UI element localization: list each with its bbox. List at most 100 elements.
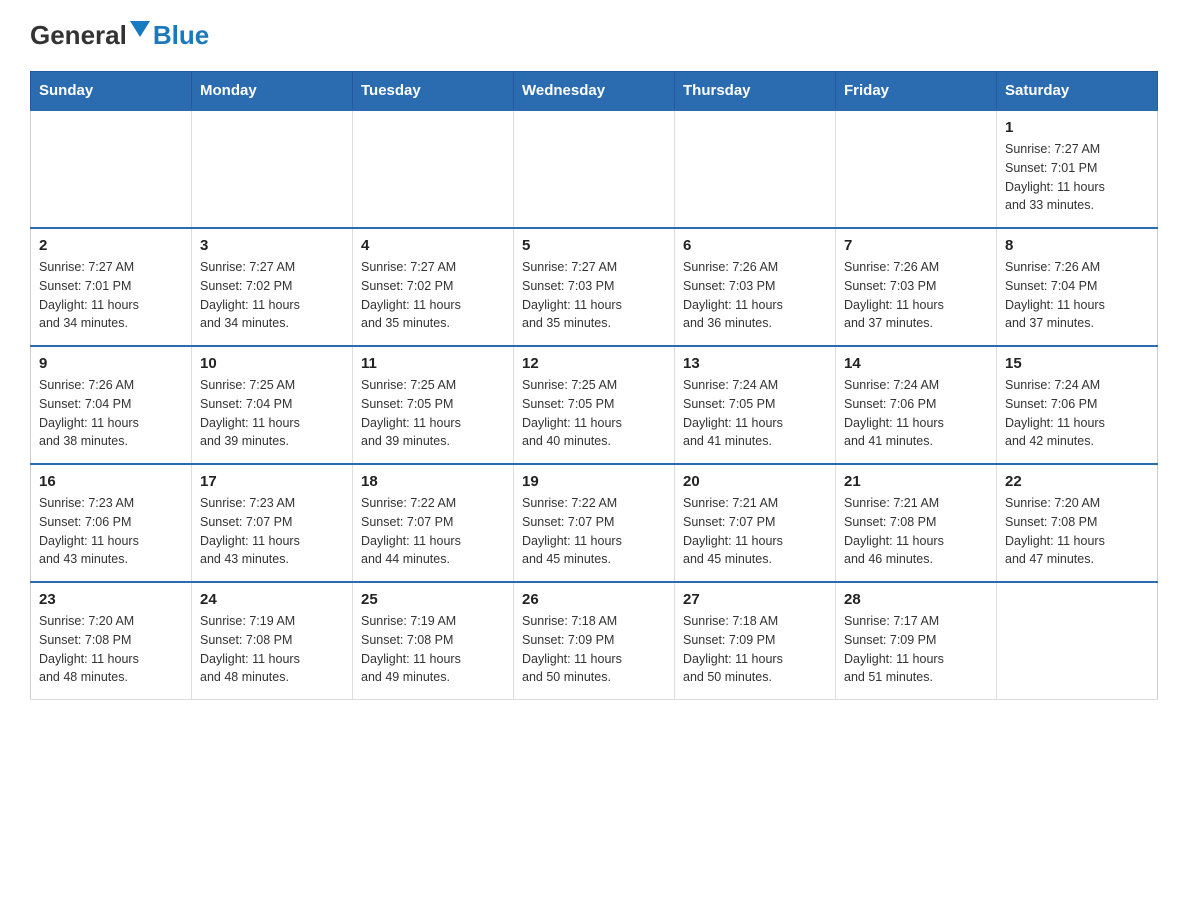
calendar-week-4: 16 Sunrise: 7:23 AMSunset: 7:06 PMDayligh… xyxy=(31,464,1158,582)
calendar-cell: 11Sunrise: 7:25 AMSunset: 7:05 PMDayligh… xyxy=(353,346,514,464)
day-number: 22 xyxy=(1005,473,1149,490)
day-number: 21 xyxy=(844,473,988,490)
day-info: Sunrise: 7:27 AMSunset: 7:01 PMDaylight:… xyxy=(39,258,183,333)
calendar-cell: 8 Sunrise: 7:26 AMSunset: 7:04 PMDaylight… xyxy=(997,228,1158,346)
day-info: Sunrise: 7:23 AMSunset: 7:07 PMDaylight:… xyxy=(200,494,344,569)
logo: General Blue xyxy=(30,20,209,51)
day-info: Sunrise: 7:19 AMSunset: 7:08 PMDaylight:… xyxy=(361,612,505,687)
calendar-cell: 14 Sunrise: 7:24 AMSunset: 7:06 PMDayligh… xyxy=(836,346,997,464)
calendar-cell: 15 Sunrise: 7:24 AMSunset: 7:06 PMDayligh… xyxy=(997,346,1158,464)
day-info: Sunrise: 7:24 AMSunset: 7:06 PMDaylight:… xyxy=(1005,376,1149,451)
day-number: 19 xyxy=(522,473,666,490)
day-number: 6 xyxy=(683,237,827,254)
day-header-monday: Monday xyxy=(192,72,353,111)
calendar-cell: 4 Sunrise: 7:27 AMSunset: 7:02 PMDaylight… xyxy=(353,228,514,346)
calendar-cell: 26 Sunrise: 7:18 AMSunset: 7:09 PMDayligh… xyxy=(514,582,675,700)
calendar-cell: 28 Sunrise: 7:17 AMSunset: 7:09 PMDayligh… xyxy=(836,582,997,700)
calendar-cell xyxy=(514,110,675,228)
day-info: Sunrise: 7:19 AMSunset: 7:08 PMDaylight:… xyxy=(200,612,344,687)
day-number: 10 xyxy=(200,355,344,372)
day-info: Sunrise: 7:17 AMSunset: 7:09 PMDaylight:… xyxy=(844,612,988,687)
day-info: Sunrise: 7:20 AMSunset: 7:08 PMDaylight:… xyxy=(1005,494,1149,569)
day-info: Sunrise: 7:21 AMSunset: 7:07 PMDaylight:… xyxy=(683,494,827,569)
calendar-cell: 2 Sunrise: 7:27 AMSunset: 7:01 PMDaylight… xyxy=(31,228,192,346)
day-number: 13 xyxy=(683,355,827,372)
calendar-cell: 27 Sunrise: 7:18 AMSunset: 7:09 PMDayligh… xyxy=(675,582,836,700)
day-number: 3 xyxy=(200,237,344,254)
day-info: Sunrise: 7:26 AMSunset: 7:04 PMDaylight:… xyxy=(39,376,183,451)
calendar-cell xyxy=(353,110,514,228)
calendar-cell: 9 Sunrise: 7:26 AMSunset: 7:04 PMDaylight… xyxy=(31,346,192,464)
day-info: Sunrise: 7:18 AMSunset: 7:09 PMDaylight:… xyxy=(522,612,666,687)
calendar-cell: 16 Sunrise: 7:23 AMSunset: 7:06 PMDayligh… xyxy=(31,464,192,582)
calendar-cell: 13 Sunrise: 7:24 AMSunset: 7:05 PMDayligh… xyxy=(675,346,836,464)
logo-general: General xyxy=(30,20,127,51)
calendar-week-5: 23 Sunrise: 7:20 AMSunset: 7:08 PMDayligh… xyxy=(31,582,1158,700)
day-header-tuesday: Tuesday xyxy=(353,72,514,111)
day-info: Sunrise: 7:25 AMSunset: 7:04 PMDaylight:… xyxy=(200,376,344,451)
day-header-sunday: Sunday xyxy=(31,72,192,111)
day-info: Sunrise: 7:26 AMSunset: 7:03 PMDaylight:… xyxy=(844,258,988,333)
day-info: Sunrise: 7:22 AMSunset: 7:07 PMDaylight:… xyxy=(522,494,666,569)
day-number: 9 xyxy=(39,355,183,372)
calendar-cell: 12Sunrise: 7:25 AMSunset: 7:05 PMDayligh… xyxy=(514,346,675,464)
day-info: Sunrise: 7:24 AMSunset: 7:05 PMDaylight:… xyxy=(683,376,827,451)
calendar-cell xyxy=(675,110,836,228)
calendar-week-3: 9 Sunrise: 7:26 AMSunset: 7:04 PMDaylight… xyxy=(31,346,1158,464)
calendar-cell: 24 Sunrise: 7:19 AMSunset: 7:08 PMDayligh… xyxy=(192,582,353,700)
calendar-cell: 21Sunrise: 7:21 AMSunset: 7:08 PMDayligh… xyxy=(836,464,997,582)
day-info: Sunrise: 7:24 AMSunset: 7:06 PMDaylight:… xyxy=(844,376,988,451)
logo-arrow-icon xyxy=(130,21,150,37)
day-number: 17 xyxy=(200,473,344,490)
day-number: 23 xyxy=(39,591,183,608)
day-number: 2 xyxy=(39,237,183,254)
calendar-week-1: 1 Sunrise: 7:27 AMSunset: 7:01 PMDaylight… xyxy=(31,110,1158,228)
day-number: 26 xyxy=(522,591,666,608)
day-info: Sunrise: 7:26 AMSunset: 7:03 PMDaylight:… xyxy=(683,258,827,333)
day-number: 20 xyxy=(683,473,827,490)
day-info: Sunrise: 7:27 AMSunset: 7:02 PMDaylight:… xyxy=(361,258,505,333)
day-info: Sunrise: 7:27 AMSunset: 7:02 PMDaylight:… xyxy=(200,258,344,333)
day-info: Sunrise: 7:23 AMSunset: 7:06 PMDaylight:… xyxy=(39,494,183,569)
day-info: Sunrise: 7:20 AMSunset: 7:08 PMDaylight:… xyxy=(39,612,183,687)
calendar-cell: 25 Sunrise: 7:19 AMSunset: 7:08 PMDayligh… xyxy=(353,582,514,700)
day-header-saturday: Saturday xyxy=(997,72,1158,111)
day-info: Sunrise: 7:18 AMSunset: 7:09 PMDaylight:… xyxy=(683,612,827,687)
day-number: 8 xyxy=(1005,237,1149,254)
day-number: 4 xyxy=(361,237,505,254)
calendar-cell: 19 Sunrise: 7:22 AMSunset: 7:07 PMDayligh… xyxy=(514,464,675,582)
calendar-cell: 22 Sunrise: 7:20 AMSunset: 7:08 PMDayligh… xyxy=(997,464,1158,582)
calendar-cell xyxy=(836,110,997,228)
day-number: 7 xyxy=(844,237,988,254)
day-header-friday: Friday xyxy=(836,72,997,111)
calendar-cell xyxy=(31,110,192,228)
day-number: 11 xyxy=(361,355,505,372)
page-header: General Blue xyxy=(30,20,1158,51)
day-header-thursday: Thursday xyxy=(675,72,836,111)
day-number: 24 xyxy=(200,591,344,608)
logo-blue: Blue xyxy=(153,20,209,50)
day-number: 12 xyxy=(522,355,666,372)
day-number: 16 xyxy=(39,473,183,490)
day-info: Sunrise: 7:26 AMSunset: 7:04 PMDaylight:… xyxy=(1005,258,1149,333)
day-number: 1 xyxy=(1005,119,1149,136)
day-info: Sunrise: 7:27 AMSunset: 7:01 PMDaylight:… xyxy=(1005,140,1149,215)
day-number: 15 xyxy=(1005,355,1149,372)
calendar-cell: 7 Sunrise: 7:26 AMSunset: 7:03 PMDaylight… xyxy=(836,228,997,346)
calendar-cell xyxy=(997,582,1158,700)
day-info: Sunrise: 7:22 AMSunset: 7:07 PMDaylight:… xyxy=(361,494,505,569)
calendar-cell: 6 Sunrise: 7:26 AMSunset: 7:03 PMDaylight… xyxy=(675,228,836,346)
calendar-cell: 1 Sunrise: 7:27 AMSunset: 7:01 PMDaylight… xyxy=(997,110,1158,228)
calendar-cell: 17 Sunrise: 7:23 AMSunset: 7:07 PMDayligh… xyxy=(192,464,353,582)
day-number: 27 xyxy=(683,591,827,608)
day-info: Sunrise: 7:27 AMSunset: 7:03 PMDaylight:… xyxy=(522,258,666,333)
calendar-table: SundayMondayTuesdayWednesdayThursdayFrid… xyxy=(30,71,1158,700)
day-number: 28 xyxy=(844,591,988,608)
calendar-week-2: 2 Sunrise: 7:27 AMSunset: 7:01 PMDaylight… xyxy=(31,228,1158,346)
day-header-wednesday: Wednesday xyxy=(514,72,675,111)
day-number: 25 xyxy=(361,591,505,608)
calendar-cell: 5Sunrise: 7:27 AMSunset: 7:03 PMDaylight… xyxy=(514,228,675,346)
calendar-cell: 18Sunrise: 7:22 AMSunset: 7:07 PMDayligh… xyxy=(353,464,514,582)
calendar-header-row: SundayMondayTuesdayWednesdayThursdayFrid… xyxy=(31,72,1158,111)
day-number: 14 xyxy=(844,355,988,372)
